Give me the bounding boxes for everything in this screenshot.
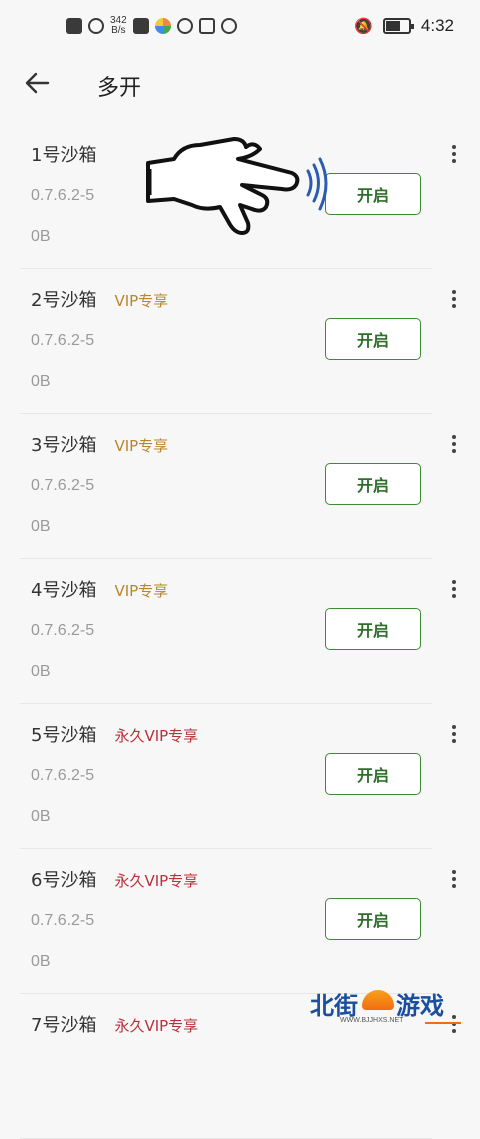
more-options-icon[interactable] <box>444 579 464 599</box>
more-dot <box>452 870 456 874</box>
more-dot <box>452 1029 456 1033</box>
sandbox-size: 0B <box>31 228 51 245</box>
battery-icon <box>382 18 414 34</box>
open-sandbox-button[interactable]: 开启 <box>325 318 421 360</box>
more-dot <box>452 304 456 308</box>
sandbox-item: 4号沙箱 VIP专享 0.7.6.2-5 0B 开启 <box>0 559 480 704</box>
vip-badge: VIP专享 <box>114 582 169 600</box>
sandbox-name-row: 7号沙箱 永久VIP专享 <box>31 1011 198 1037</box>
more-options-icon[interactable] <box>444 724 464 744</box>
more-dot <box>452 587 456 591</box>
vip-badge: 永久VIP专享 <box>114 727 199 745</box>
more-dot <box>452 739 456 743</box>
sandbox-name-row: 3号沙箱 VIP专享 <box>31 431 168 457</box>
sandbox-name-row: 5号沙箱 永久VIP专享 <box>31 721 198 747</box>
sandbox-size: 0B <box>31 953 51 970</box>
sandbox-item: 5号沙箱 永久VIP专享 0.7.6.2-5 0B 开启 <box>0 704 480 849</box>
more-dot <box>452 580 456 584</box>
back-arrow-icon[interactable] <box>22 68 52 98</box>
sandbox-name-row: 2号沙箱 VIP专享 <box>31 286 168 312</box>
open-sandbox-button[interactable]: 开启 <box>325 753 421 795</box>
more-dot <box>452 884 456 888</box>
sandbox-item: 6号沙箱 永久VIP专享 0.7.6.2-5 0B 开启 <box>0 849 480 994</box>
cat-app-icon <box>176 18 193 34</box>
message-app-icon <box>198 18 215 34</box>
app-header: 多开 <box>0 56 480 116</box>
vip-badge: 永久VIP专享 <box>114 872 199 890</box>
sandbox-name: 3号沙箱 <box>31 435 97 456</box>
more-dot <box>452 159 456 163</box>
more-dot <box>452 449 456 453</box>
mute-bell-icon: 🔕 <box>354 17 373 35</box>
sandbox-version: 0.7.6.2-5 <box>31 332 95 349</box>
vip-badge: VIP专享 <box>114 292 169 310</box>
status-icons-right: 🔕 4:32 <box>354 16 454 36</box>
vip-badge: 永久VIP专享 <box>114 1017 199 1035</box>
more-options-icon[interactable] <box>444 289 464 309</box>
sandbox-size: 0B <box>31 373 51 390</box>
open-sandbox-button[interactable]: 开启 <box>325 173 421 215</box>
more-options-icon[interactable] <box>444 144 464 164</box>
watermark-left-text: 北街 <box>310 992 358 1020</box>
sandbox-name-row: 4号沙箱 VIP专享 <box>31 576 168 602</box>
more-dot <box>452 442 456 446</box>
more-dot <box>452 732 456 736</box>
watermark-right-text: 游戏 <box>396 992 444 1020</box>
status-icons-left: 342 B/s <box>66 16 237 36</box>
status-bar: 342 B/s 🔕 4:32 <box>0 0 480 56</box>
sandbox-version: 0.7.6.2-5 <box>31 187 95 204</box>
globe-icon <box>220 18 237 34</box>
hand-pointer-icon <box>146 137 328 235</box>
network-speed: 342 B/s <box>110 16 127 36</box>
watermark-underline <box>425 1022 461 1024</box>
vip-badge: VIP专享 <box>114 437 169 455</box>
sandbox-name: 7号沙箱 <box>31 1015 97 1036</box>
sandbox-name-row: 1号沙箱 <box>31 141 96 167</box>
status-time: 4:32 <box>420 16 454 35</box>
sandbox-item: 3号沙箱 VIP专享 0.7.6.2-5 0B 开启 <box>0 414 480 559</box>
wifi-icon <box>88 18 104 34</box>
watermark-logo: 北街 游戏 WWW.BJJHXS.NET <box>310 984 470 1028</box>
video-icon <box>132 18 149 34</box>
sandbox-name: 2号沙箱 <box>31 290 97 311</box>
sandbox-version: 0.7.6.2-5 <box>31 622 95 639</box>
page-title: 多开 <box>97 76 142 101</box>
more-dot <box>452 290 456 294</box>
more-options-icon[interactable] <box>444 869 464 889</box>
more-dot <box>452 594 456 598</box>
watermark-url: WWW.BJJHXS.NET <box>340 1017 404 1024</box>
sandbox-size: 0B <box>31 663 51 680</box>
sandbox-name: 5号沙箱 <box>31 725 97 746</box>
more-dot <box>452 877 456 881</box>
sandbox-name: 6号沙箱 <box>31 870 97 891</box>
more-dot <box>452 435 456 439</box>
sandbox-name: 1号沙箱 <box>31 145 97 166</box>
sandbox-version: 0.7.6.2-5 <box>31 767 95 784</box>
sandbox-name: 4号沙箱 <box>31 580 97 601</box>
sandbox-size: 0B <box>31 518 51 535</box>
sandbox-name-row: 6号沙箱 永久VIP专享 <box>31 866 198 892</box>
more-dot <box>452 297 456 301</box>
alert-icon <box>66 18 82 34</box>
app-notification-icon <box>154 18 171 34</box>
network-speed-unit: B/s <box>111 25 126 36</box>
open-sandbox-button[interactable]: 开启 <box>325 463 421 505</box>
more-dot <box>452 725 456 729</box>
more-dot <box>452 152 456 156</box>
sandbox-size: 0B <box>31 808 51 825</box>
sandbox-version: 0.7.6.2-5 <box>31 912 95 929</box>
sandbox-item: 2号沙箱 VIP专享 0.7.6.2-5 0B 开启 <box>0 269 480 414</box>
sun-logo-icon <box>362 990 394 1010</box>
sandbox-version: 0.7.6.2-5 <box>31 477 95 494</box>
more-options-icon[interactable] <box>444 434 464 454</box>
open-sandbox-button[interactable]: 开启 <box>325 898 421 940</box>
open-sandbox-button[interactable]: 开启 <box>325 608 421 650</box>
more-dot <box>452 145 456 149</box>
